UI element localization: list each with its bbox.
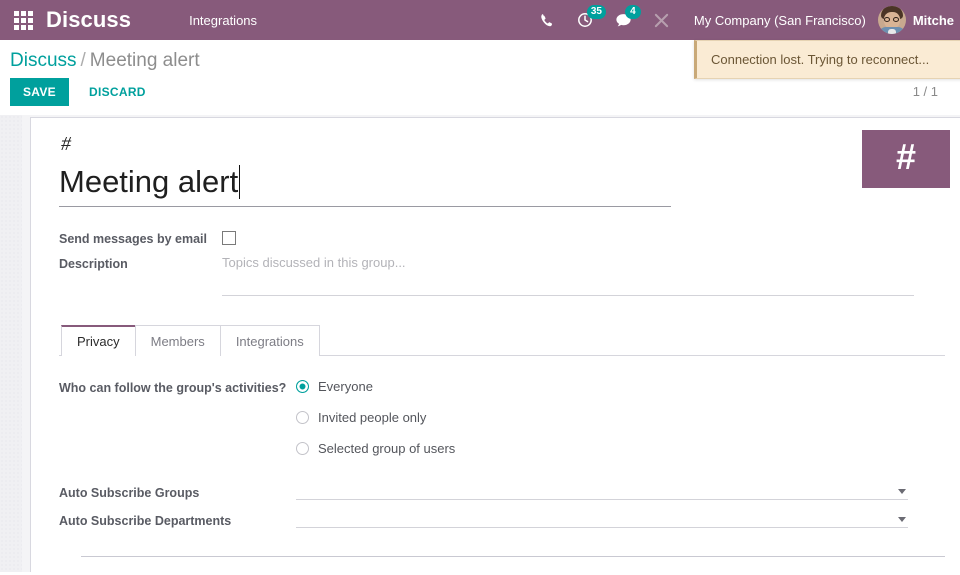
save-button[interactable]: SAVE (10, 78, 69, 106)
auto-subscribe-departments-input[interactable] (296, 510, 908, 529)
radio-invited-indicator (296, 411, 309, 425)
user-menu[interactable]: Mitche (877, 6, 956, 34)
text-cursor (239, 165, 241, 199)
tab-pane-privacy: Who can follow the group's activities? E… (59, 356, 945, 558)
section-divider (81, 556, 945, 558)
radio-everyone-indicator (296, 380, 309, 394)
tab-privacy[interactable]: Privacy (61, 325, 136, 357)
control-panel-buttons: SAVE DISCARD (10, 78, 944, 115)
channel-name-value: Meeting alert (59, 164, 239, 199)
record-pager[interactable]: 1 / 1 (913, 84, 938, 99)
discard-button[interactable]: DISCARD (77, 78, 158, 106)
wrench-tools-icon (654, 13, 669, 27)
form-content-area: # # Meeting alert Send messages by email… (0, 115, 960, 572)
notification-message: Connection lost. Trying to reconnect... (711, 52, 930, 67)
record-image[interactable]: # (862, 130, 950, 188)
privacy-radio-row: Who can follow the group's activities? E… (59, 378, 945, 456)
messages-menu-button[interactable]: 4 (604, 0, 643, 40)
label-who-can-follow: Who can follow the group's activities? (59, 381, 287, 396)
radio-option-selected-group[interactable]: Selected group of users (296, 441, 455, 456)
field-group: Send messages by email Description Topic… (59, 229, 945, 297)
title-row: # # Meeting alert (59, 130, 950, 207)
tab-members[interactable]: Members (134, 325, 221, 357)
field-row-send-by-email: Send messages by email (59, 229, 945, 248)
notebook: Privacy Members Integrations Who can fol… (59, 324, 945, 558)
apps-menu-button[interactable] (0, 0, 46, 40)
label-auto-subscribe-departments: Auto Subscribe Departments (59, 514, 232, 529)
radio-everyone-label: Everyone (318, 379, 373, 395)
top-navbar: Discuss Integrations 35 4 My Company (Sa… (0, 0, 960, 79)
radio-selected-group-indicator (296, 442, 309, 456)
connection-lost-notification: Connection lost. Trying to reconnect... (694, 40, 960, 79)
auto-subscribe-groups-input[interactable] (296, 482, 908, 501)
tools-button[interactable] (643, 0, 680, 40)
navbar-right-group: 35 4 My Company (San Francisco) Mitche (529, 0, 960, 40)
breadcrumb-separator: / (80, 50, 86, 71)
nav-menu-integrations[interactable]: Integrations (179, 13, 267, 28)
radio-option-everyone[interactable]: Everyone (296, 379, 455, 394)
radio-option-invited-people-only[interactable]: Invited people only (296, 410, 455, 425)
activity-menu-button[interactable]: 35 (566, 0, 606, 40)
apps-grid-icon (13, 10, 33, 30)
tab-integrations[interactable]: Integrations (219, 325, 320, 357)
field-row-auto-subscribe-departments: Auto Subscribe Departments (59, 510, 945, 529)
auto-subscribe-group: Auto Subscribe Groups Auto Subscribe Dep… (59, 482, 945, 529)
hash-image-glyph: # (895, 136, 917, 177)
chevron-down-icon[interactable] (898, 517, 906, 523)
phone-button[interactable] (529, 0, 566, 40)
sheet-wrapper: # # Meeting alert Send messages by email… (22, 115, 960, 572)
send-messages-by-email-checkbox[interactable] (222, 230, 236, 245)
privacy-radio-list: Everyone Invited people only Selected gr… (296, 378, 455, 456)
radio-invited-label: Invited people only (318, 410, 427, 426)
hash-emoji-icon: # (61, 133, 71, 155)
channel-name-input[interactable]: Meeting alert (59, 164, 671, 207)
breadcrumb-item-current: Meeting alert (89, 50, 200, 71)
description-textarea[interactable]: Topics discussed in this group... (222, 254, 914, 297)
label-auto-subscribe-groups: Auto Subscribe Groups (59, 486, 200, 501)
company-switcher[interactable]: My Company (San Francisco) (680, 13, 878, 28)
field-row-description: Description Topics discussed in this gro… (59, 254, 945, 297)
app-brand-discuss[interactable]: Discuss (46, 7, 131, 33)
chevron-down-icon[interactable] (898, 489, 906, 495)
avatar (877, 6, 906, 34)
messages-counter-badge: 4 (624, 5, 641, 19)
label-send-messages-by-email: Send messages by email (59, 231, 207, 246)
notebook-tabs: Privacy Members Integrations (59, 324, 945, 357)
radio-selected-group-label: Selected group of users (318, 441, 456, 457)
field-row-auto-subscribe-groups: Auto Subscribe Groups (59, 482, 945, 501)
form-sheet: # # Meeting alert Send messages by email… (30, 117, 960, 572)
user-name-label: Mitche (912, 12, 954, 28)
label-description: Description (59, 257, 128, 272)
breadcrumb-item-discuss[interactable]: Discuss (10, 50, 77, 71)
phone-icon (541, 13, 552, 26)
